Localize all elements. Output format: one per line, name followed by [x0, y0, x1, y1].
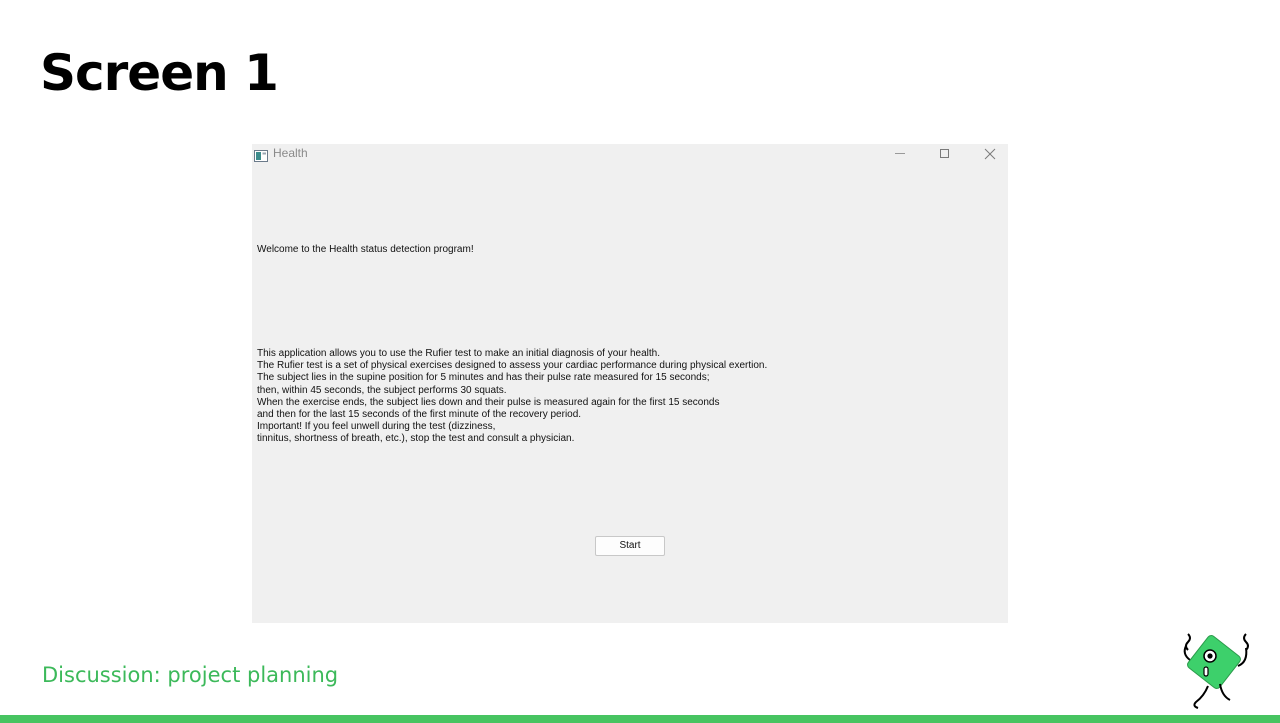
- instruction-line: then, within 45 seconds, the subject per…: [257, 384, 507, 396]
- instructions-text: This application allows you to use the R…: [257, 348, 767, 446]
- bottom-accent-bar: [0, 715, 1280, 723]
- mascot-illustration: [1183, 633, 1249, 709]
- instruction-line: Important! If you feel unwell during the…: [257, 421, 496, 433]
- close-icon: [984, 148, 996, 160]
- maximize-icon: [940, 149, 949, 158]
- app-window: Health Welcome to the Health status dete…: [252, 144, 1008, 623]
- minimize-button[interactable]: [878, 144, 922, 164]
- close-button[interactable]: [968, 144, 1012, 164]
- window-title: Health: [273, 146, 308, 160]
- instruction-line: tinnitus, shortness of breath, etc.), st…: [257, 433, 575, 445]
- app-window-icon: [254, 147, 268, 162]
- instruction-line: The subject lies in the supine position …: [257, 372, 710, 384]
- maximize-button[interactable]: [923, 144, 967, 164]
- instruction-line: When the exercise ends, the subject lies…: [257, 396, 720, 408]
- instruction-line: and then for the last 15 seconds of the …: [257, 409, 582, 421]
- start-button[interactable]: Start: [595, 536, 665, 556]
- welcome-label: Welcome to the Health status detection p…: [257, 244, 474, 255]
- slide-title: Screen 1: [40, 44, 279, 102]
- window-titlebar[interactable]: Health: [252, 144, 1008, 164]
- minimize-icon: [895, 153, 905, 154]
- instruction-line: This application allows you to use the R…: [257, 348, 660, 359]
- instruction-line: The Rufier test is a set of physical exe…: [257, 360, 768, 372]
- footer-caption: Discussion: project planning: [42, 663, 339, 687]
